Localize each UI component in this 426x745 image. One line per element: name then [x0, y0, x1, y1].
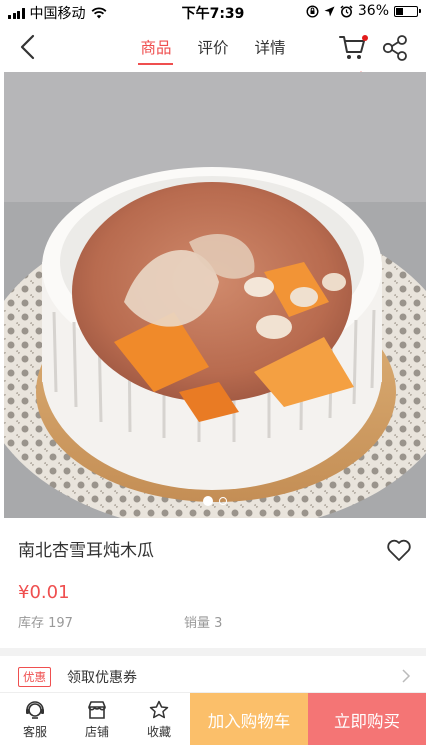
alarm-icon — [340, 4, 353, 17]
product-sales: 销量 3 — [184, 616, 223, 631]
chevron-right-icon — [402, 669, 411, 683]
nav-bar: 商品 评价 详情 — [0, 22, 426, 72]
share-icon[interactable] — [381, 34, 409, 62]
product-price: ¥0.01 — [18, 582, 70, 603]
carousel-dot-active[interactable] — [203, 496, 213, 506]
battery-percent: 36% — [357, 3, 389, 19]
customer-service-button[interactable]: 客服 — [4, 693, 66, 745]
product-info: 南北杏雪耳炖木瓜 ¥0.01 库存 197 销量 3 — [0, 518, 426, 648]
location-icon — [324, 6, 335, 16]
shop-label: 店铺 — [84, 725, 109, 739]
coupon-badge: 优惠 — [18, 667, 51, 687]
buy-now-button[interactable]: 立即购买 — [308, 693, 426, 745]
customer-service-label: 客服 — [22, 725, 47, 739]
tab-reviews[interactable]: 评价 — [197, 36, 228, 64]
product-image-carousel[interactable] — [4, 72, 426, 518]
add-to-cart-button[interactable]: 加入购物车 — [190, 693, 308, 745]
product-photo — [4, 72, 426, 518]
favorite-button[interactable]: 收藏 — [128, 693, 190, 745]
status-bar: 中国移动 下午7:39 36% — [0, 0, 426, 22]
shop-icon — [88, 701, 106, 719]
product-stock: 库存 197 — [18, 616, 73, 631]
bottom-action-bar: 客服 店铺 收藏 加入购物车 立即购买 — [0, 692, 426, 745]
favorite-label: 收藏 — [146, 725, 171, 739]
headset-icon — [26, 701, 44, 719]
carousel-indicator — [4, 496, 426, 506]
tab-details[interactable]: 详情 — [255, 36, 286, 64]
carousel-dot[interactable] — [219, 497, 227, 505]
cart-button[interactable] — [338, 33, 368, 61]
product-title: 南北杏雪耳炖木瓜 — [18, 541, 154, 561]
tab-product[interactable]: 商品 — [138, 36, 174, 65]
cart-notification-dot — [362, 35, 368, 41]
section-divider — [0, 648, 426, 656]
status-right: 36% — [306, 3, 421, 19]
rotation-lock-icon — [306, 4, 319, 18]
coupon-row[interactable]: 优惠 领取优惠券 — [0, 656, 426, 696]
shop-button[interactable]: 店铺 — [66, 693, 128, 745]
battery-icon — [394, 5, 421, 17]
star-icon — [149, 700, 169, 719]
coupon-label: 领取优惠券 — [67, 670, 137, 686]
favorite-heart-icon[interactable] — [385, 536, 413, 564]
